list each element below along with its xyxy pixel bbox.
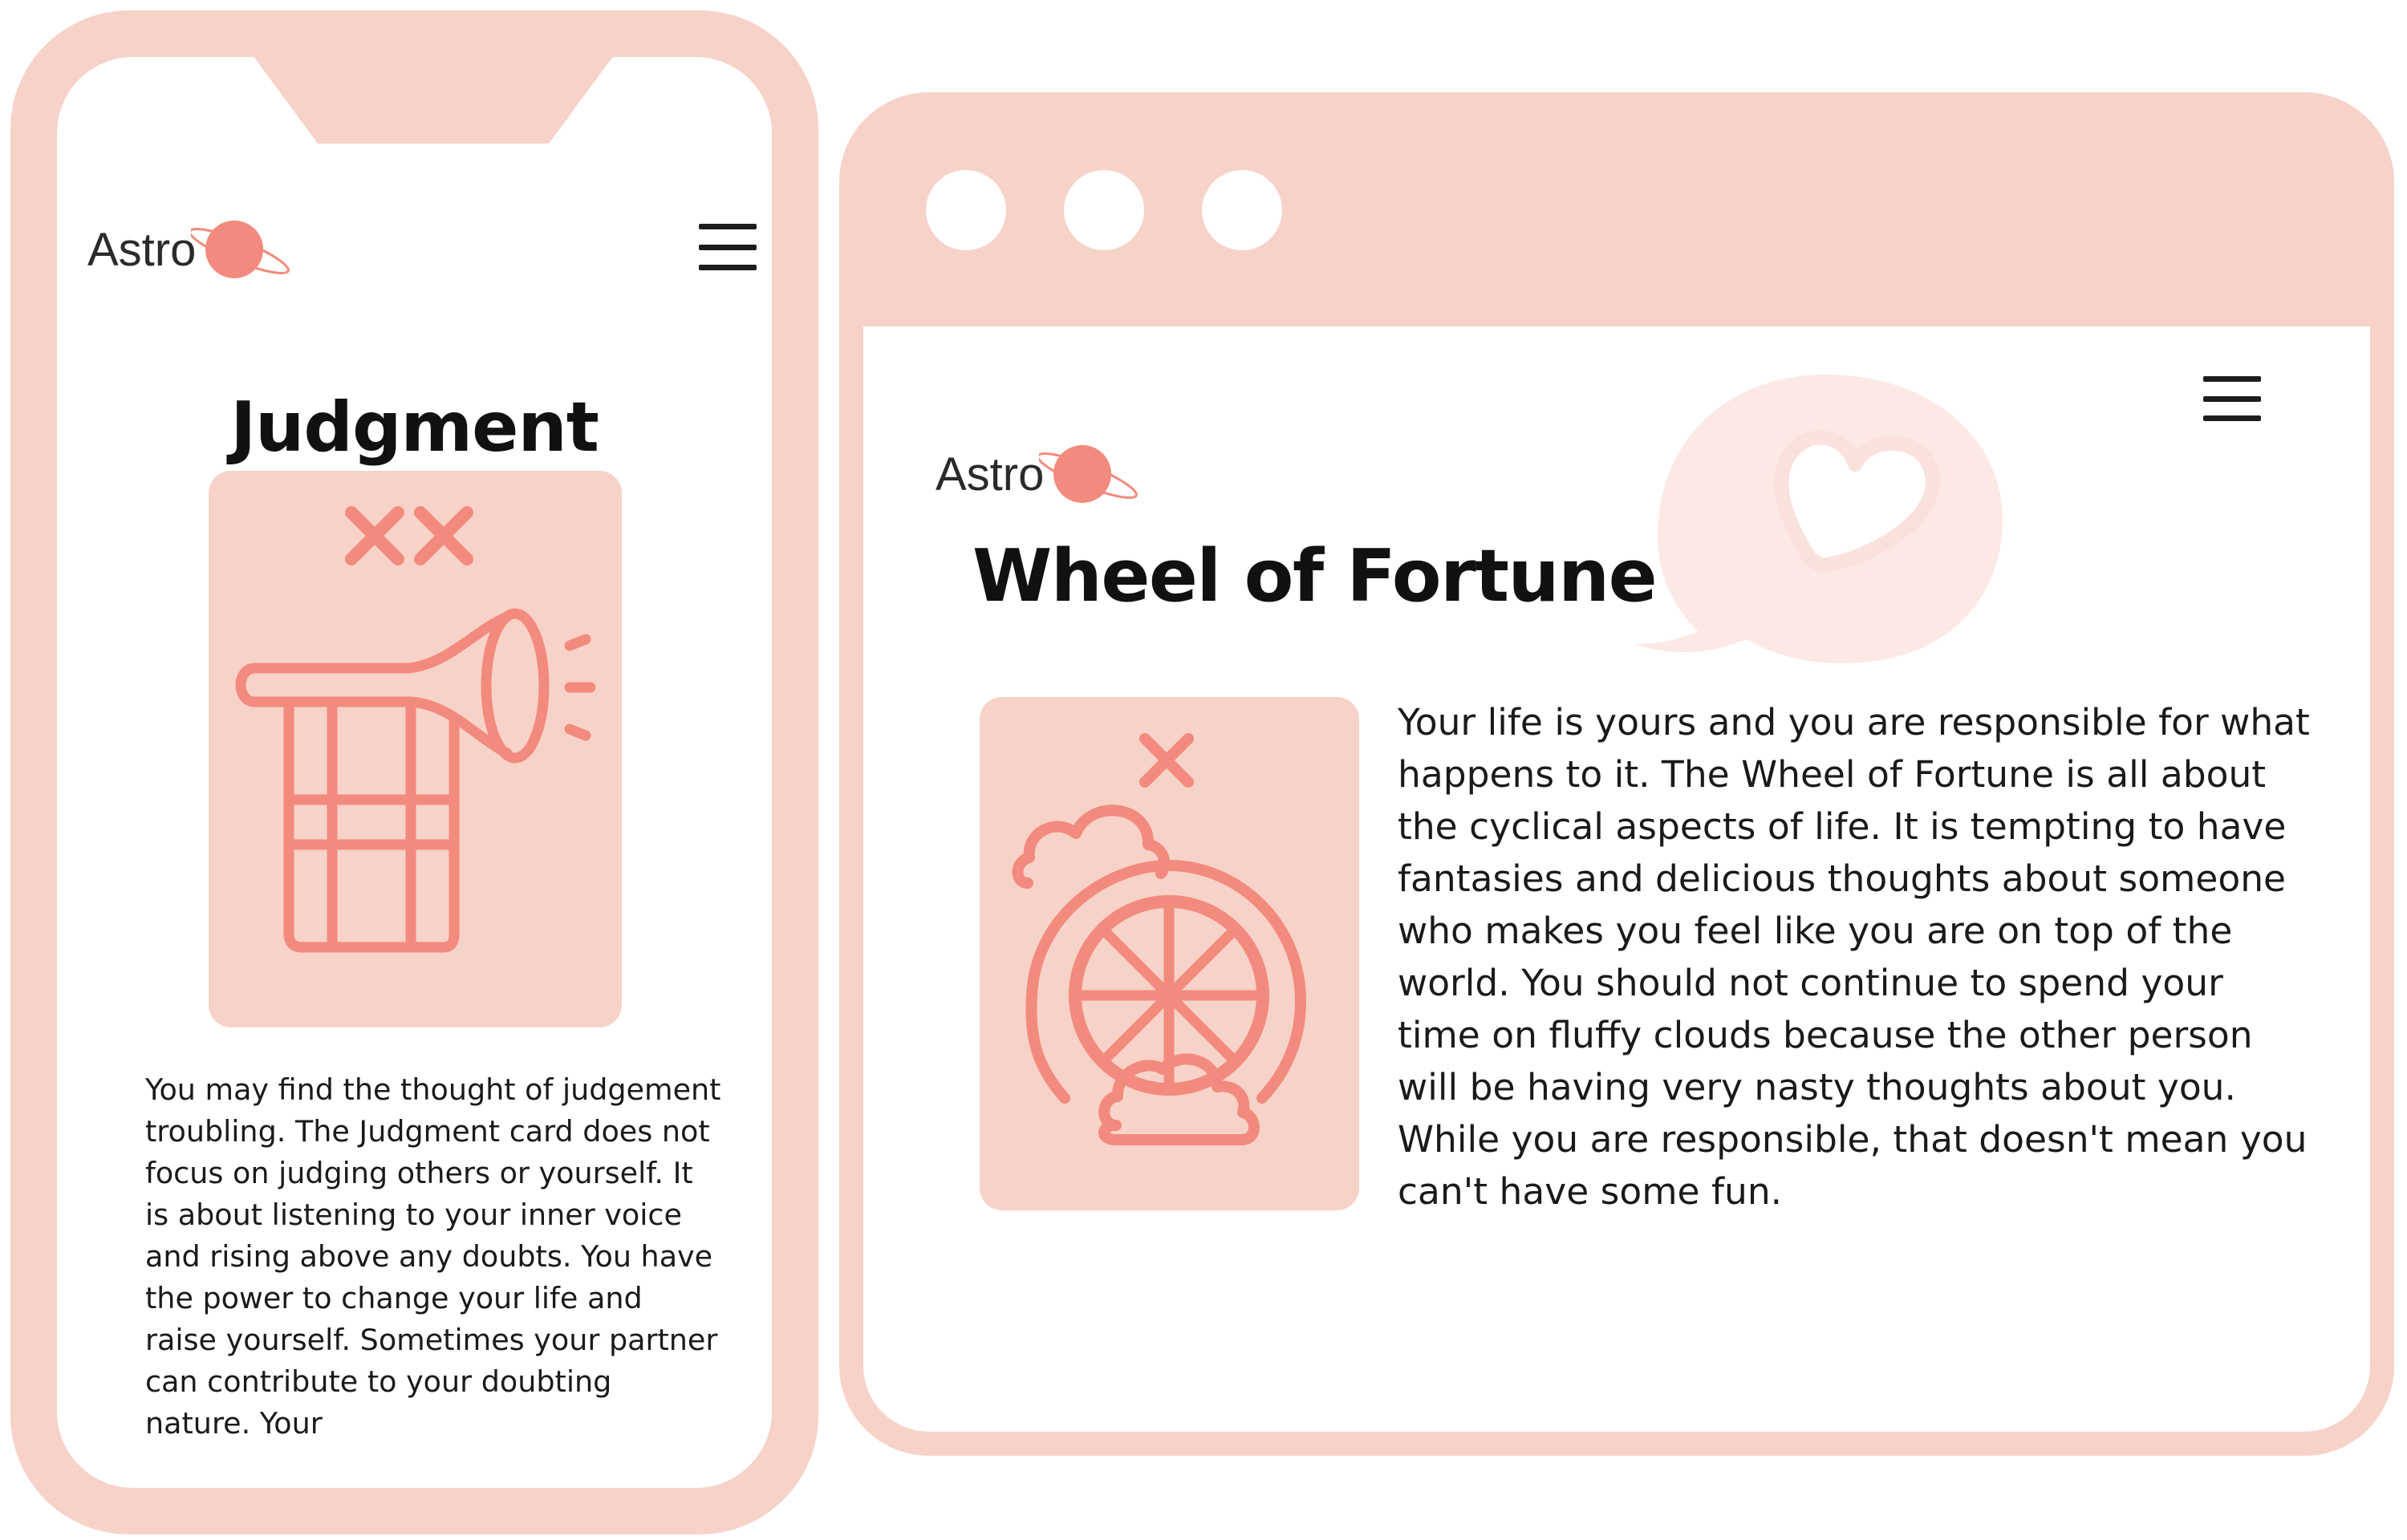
mobile-device-frame: Astro Judgment You may find the thought … xyxy=(10,10,818,1534)
card-description: Your life is yours and you are responsib… xyxy=(1398,701,2310,1213)
planet-icon xyxy=(191,221,290,278)
trumpet-judgment-icon xyxy=(235,506,596,953)
hamburger-menu-icon[interactable] xyxy=(699,224,757,270)
card-description: You may find the thought of judgement tr… xyxy=(145,1072,721,1441)
planet-icon xyxy=(1039,445,1139,503)
menu-line xyxy=(2203,415,2261,421)
desktop-logo[interactable]: Astro xyxy=(936,439,1142,509)
menu-line xyxy=(699,224,757,229)
logo-text: Astro xyxy=(87,223,197,276)
wheel-of-fortune-icon xyxy=(1012,733,1306,1145)
phone-notch xyxy=(253,57,614,144)
logo-text: Astro xyxy=(936,448,1045,500)
menu-line xyxy=(2203,395,2261,402)
heart-speech-bubble-icon xyxy=(1634,375,2003,663)
page-title: Judgment xyxy=(230,387,599,468)
window-dot-2[interactable] xyxy=(1064,170,1144,250)
wheel-of-fortune-card xyxy=(980,697,1359,1210)
window-dot-1[interactable] xyxy=(926,170,1006,250)
menu-line xyxy=(2203,376,2261,382)
mobile-screen: Astro Judgment You may find the thought … xyxy=(57,57,772,1488)
menu-line xyxy=(699,244,757,250)
mobile-logo[interactable]: Astro xyxy=(87,214,294,285)
hamburger-menu-icon[interactable] xyxy=(2203,376,2261,421)
judgment-card xyxy=(209,471,622,1027)
page-title: Wheel of Fortune xyxy=(972,534,1658,618)
menu-line xyxy=(699,265,757,270)
window-dot-3[interactable] xyxy=(1202,170,1282,250)
